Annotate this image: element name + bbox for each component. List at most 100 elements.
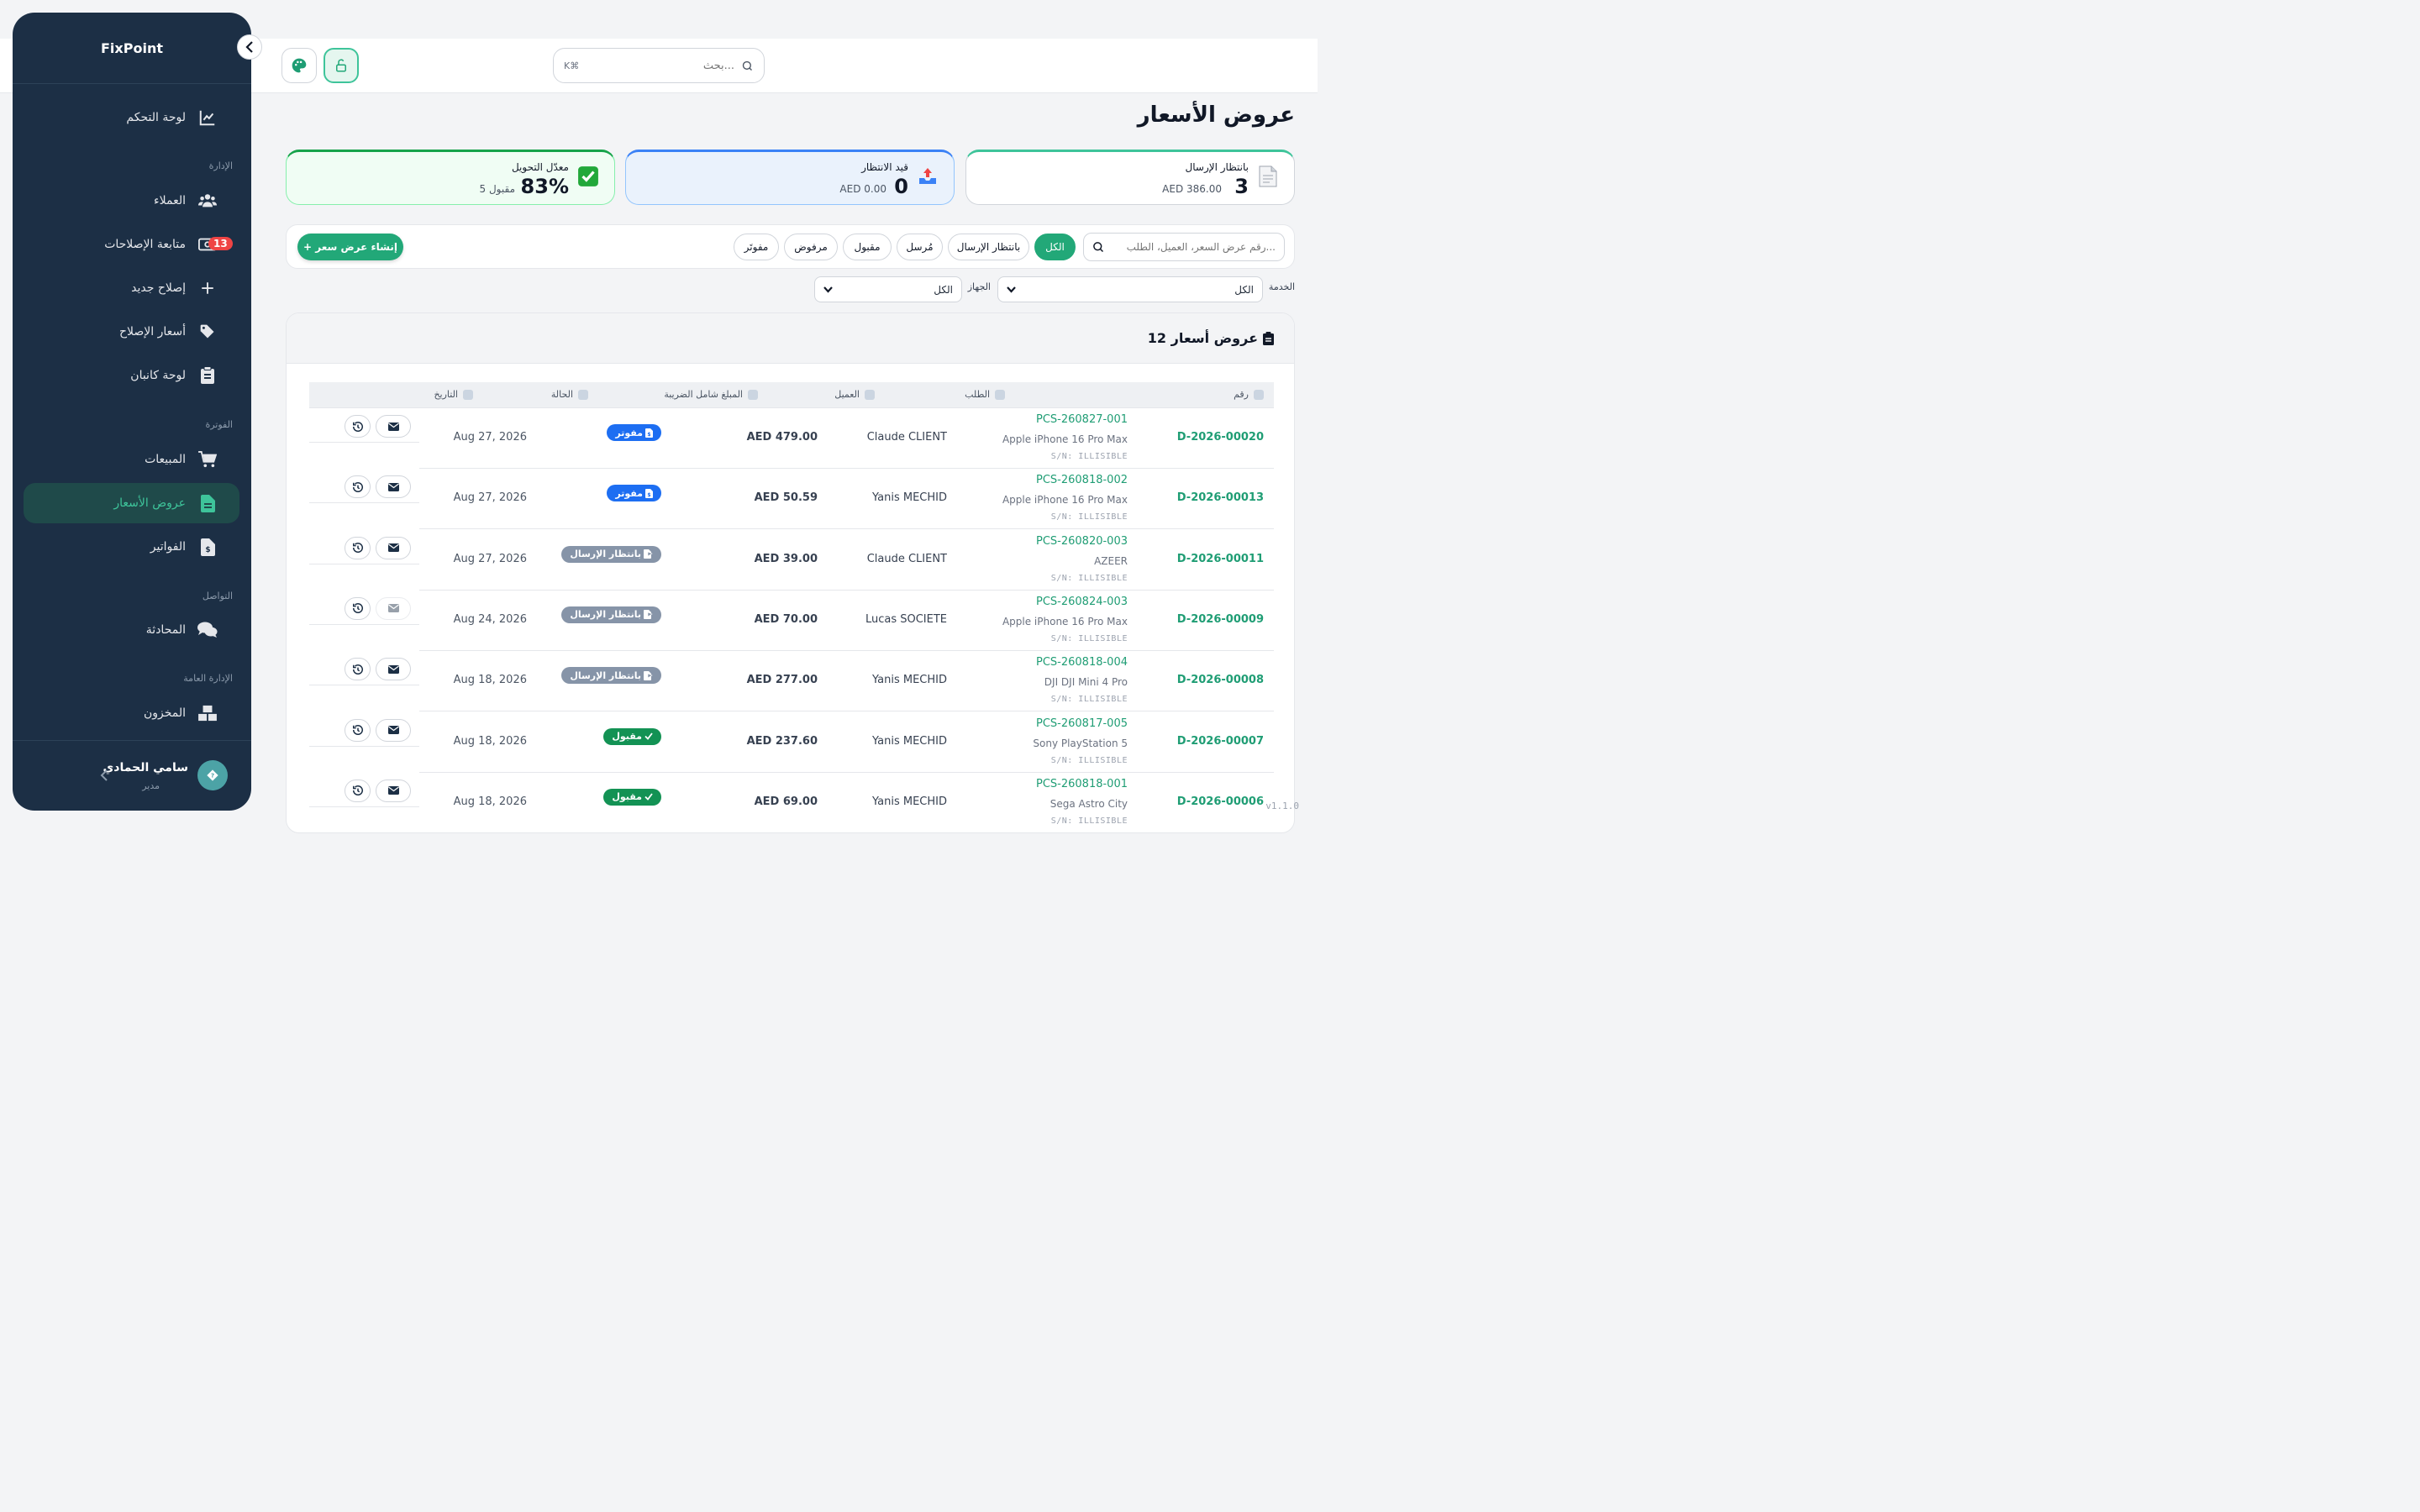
nav-inventory[interactable]: المخزون <box>24 693 239 733</box>
client-name: Yanis MECHID <box>871 734 947 748</box>
send-email-button[interactable] <box>376 536 411 559</box>
chart-line-icon <box>197 108 218 128</box>
section-management: الإدارة <box>208 160 233 171</box>
filter-chip-sent[interactable]: مُرسل <box>897 234 943 260</box>
filter-chip-invoiced[interactable]: مفوتَر <box>734 234 779 260</box>
history-button[interactable] <box>345 718 371 742</box>
order-link[interactable]: PCS-260818-002 <box>1036 474 1128 486</box>
col-order-label: الطلب <box>965 389 990 400</box>
quote-search-input[interactable] <box>1112 241 1276 253</box>
col-date-label: التاريخ <box>434 389 458 400</box>
status-label: بانتظار الإرسال <box>570 669 641 681</box>
send-email-button[interactable] <box>376 475 411 499</box>
quote-number[interactable]: D-2026-00020 <box>1177 431 1264 444</box>
chevron-down-icon <box>823 286 833 293</box>
send-email-button[interactable] <box>376 779 411 802</box>
action-divider <box>309 745 419 747</box>
nav-new-repair[interactable]: إصلاح جديد <box>24 268 239 308</box>
nav-sales[interactable]: المبيعات <box>24 439 239 480</box>
device-name: Apple iPhone 16 Pro Max <box>1002 615 1128 627</box>
history-icon <box>352 724 364 736</box>
device-filter-select[interactable]: الكل <box>814 276 962 302</box>
filter-chip-accepted[interactable]: مقبول <box>843 234 892 260</box>
quote-search[interactable] <box>1083 233 1285 261</box>
col-number[interactable]: رقم <box>1234 389 1264 400</box>
quote-number[interactable]: D-2026-00011 <box>1177 553 1264 565</box>
quote-number[interactable]: D-2026-00008 <box>1177 674 1264 686</box>
send-email-button[interactable] <box>376 596 411 620</box>
send-email-button[interactable] <box>376 415 411 438</box>
status-label: مفوتر <box>615 427 643 438</box>
history-button[interactable] <box>345 658 371 681</box>
filter-chip-all[interactable]: الكل <box>1034 234 1076 260</box>
col-client[interactable]: العميل <box>834 389 875 400</box>
stat-pending-send-label: بانتظار الإرسال <box>1185 161 1249 173</box>
order-link[interactable]: PCS-260817-005 <box>1036 717 1128 730</box>
col-date[interactable]: التاريخ <box>434 389 473 400</box>
history-button[interactable] <box>345 536 371 559</box>
table-row[interactable]: D-2026-00013 PCS-260818-002 Apple iPhone 1… <box>309 469 1274 530</box>
quote-number[interactable]: D-2026-00009 <box>1177 613 1264 626</box>
col-order[interactable]: الطلب <box>965 389 1005 400</box>
col-status[interactable]: الحالة <box>551 389 588 400</box>
table-row[interactable]: D-2026-00008 PCS-260818-004 DJI DJI Mini 4… <box>309 651 1274 712</box>
quote-number[interactable]: D-2026-00007 <box>1177 735 1264 748</box>
table-row[interactable]: D-2026-00020 PCS-260827-001 Apple iPhone 1… <box>309 408 1274 469</box>
nav-repair-tracking-label: متابعة الإصلاحات <box>104 238 186 251</box>
status-label: مقبول <box>612 731 642 742</box>
client-name: Yanis MECHID <box>871 795 947 808</box>
order-link[interactable]: PCS-260818-001 <box>1036 778 1128 790</box>
user-menu[interactable]: ? سامي الحمادي مدير <box>13 740 251 811</box>
status-badge: بانتظار الإرسال <box>561 545 661 563</box>
app-version: v1.1.0 <box>1265 801 1299 811</box>
order-link[interactable]: PCS-260820-003 <box>1036 535 1128 548</box>
nav-quotes[interactable]: عروض الأسعار <box>24 483 239 523</box>
envelope-icon <box>387 543 399 553</box>
history-button[interactable] <box>345 475 371 499</box>
device-name: Apple iPhone 16 Pro Max <box>1002 494 1128 507</box>
history-button[interactable] <box>345 779 371 802</box>
order-link[interactable]: PCS-260827-001 <box>1036 413 1128 426</box>
quote-date: Aug 24, 2026 <box>453 612 527 626</box>
action-divider <box>309 806 419 807</box>
history-button[interactable] <box>345 415 371 438</box>
global-search-input[interactable] <box>586 59 734 72</box>
global-search[interactable]: K⌘ <box>553 48 765 83</box>
service-filter-select[interactable]: الكل <box>997 276 1263 302</box>
col-amount[interactable]: المبلغ شامل الضريبة <box>664 389 758 400</box>
nav-repair-tracking[interactable]: 13 متابعة الإصلاحات <box>24 224 239 265</box>
create-quote-button[interactable]: + إنشاء عرض سعر <box>297 234 403 260</box>
table-row[interactable]: D-2026-00011 PCS-260820-003 AZEER S/N: ILLI… <box>309 530 1274 591</box>
order-link[interactable]: PCS-260818-004 <box>1036 656 1128 669</box>
client-name: Yanis MECHID <box>871 674 947 687</box>
nav-customers[interactable]: العملاء <box>24 181 239 221</box>
quote-number[interactable]: D-2026-00006 <box>1177 795 1264 808</box>
table-row[interactable]: D-2026-00006 PCS-260818-001 Sega Astro Cit… <box>309 773 1274 832</box>
section-general-admin: الإدارة العامة <box>183 673 233 684</box>
nav-dashboard[interactable]: لوحة التحكم <box>24 97 239 138</box>
client-name: Yanis MECHID <box>871 491 947 505</box>
quote-number[interactable]: D-2026-00013 <box>1177 491 1264 504</box>
table-row[interactable]: D-2026-00009 PCS-260824-003 Apple iPhone 1… <box>309 591 1274 651</box>
theme-button[interactable] <box>281 48 317 83</box>
nav-repair-prices[interactable]: أسعار الإصلاح <box>24 312 239 352</box>
table-row[interactable]: D-2026-00007 PCS-260817-005 Sony PlayStati… <box>309 712 1274 773</box>
quote-date: Aug 18, 2026 <box>453 795 527 808</box>
lock-button[interactable] <box>324 48 359 83</box>
send-email-button[interactable] <box>376 658 411 681</box>
nav-invoices[interactable]: $ الفواتير <box>24 527 239 567</box>
file-invoice-icon: $ <box>645 428 653 438</box>
history-button[interactable] <box>345 596 371 620</box>
filter-chip-rejected[interactable]: مرفوض <box>784 234 838 260</box>
order-link[interactable]: PCS-260824-003 <box>1036 596 1128 608</box>
nav-kanban[interactable]: لوحة كانبان <box>24 355 239 396</box>
stat-pending-amount: AED 0.00 <box>839 183 886 195</box>
chevron-left-icon[interactable] <box>100 769 108 781</box>
nav-chat[interactable]: المحادثة <box>24 610 239 650</box>
action-divider <box>309 623 419 625</box>
filter-chip-pending-send[interactable]: بانتظار الإرسال <box>948 234 1029 260</box>
collapse-sidebar-button[interactable] <box>237 34 262 60</box>
quote-date: Aug 18, 2026 <box>453 674 527 687</box>
history-icon <box>352 421 364 433</box>
send-email-button[interactable] <box>376 718 411 742</box>
